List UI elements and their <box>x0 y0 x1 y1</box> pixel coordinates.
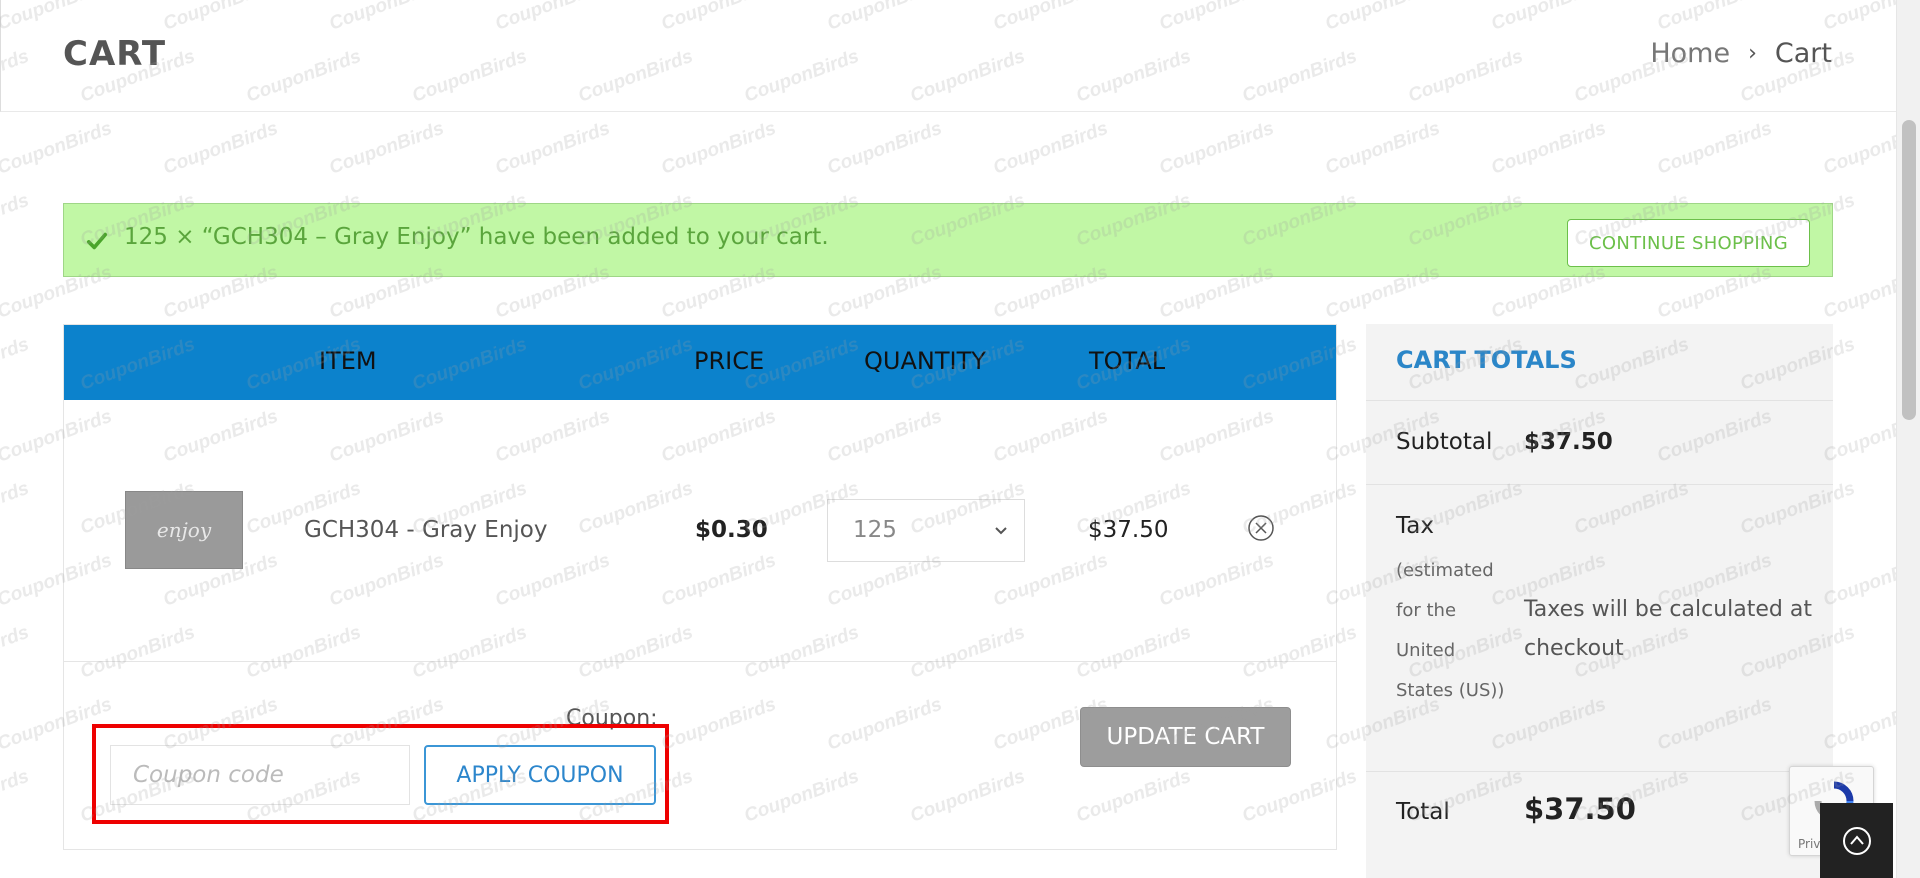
notice-message: 125 × “GCH304 – Gray Enjoy” have been ad… <box>124 224 829 250</box>
divider <box>1366 484 1833 485</box>
watermark-text: CouponBirds <box>1821 118 1896 179</box>
chevron-up-circle-icon <box>1842 826 1871 855</box>
product-price: $0.30 <box>695 517 768 543</box>
breadcrumb-current: Cart <box>1774 38 1832 69</box>
continue-shopping-button[interactable]: CONTINUE SHOPPING <box>1567 219 1810 267</box>
watermark-text: CouponBirds <box>1323 118 1443 179</box>
watermark-text: CouponBirds <box>0 190 32 251</box>
cart-totals-title: CART TOTALS <box>1396 346 1577 374</box>
quantity-value: 125 <box>853 517 897 543</box>
highlight-box <box>92 724 669 824</box>
watermark-text: CouponBirds <box>0 334 32 395</box>
tax-label: Tax <box>1396 513 1434 539</box>
watermark-text: CouponBirds <box>1157 118 1277 179</box>
back-to-top-button[interactable] <box>1820 803 1893 878</box>
scrollbar-thumb[interactable] <box>1902 120 1916 420</box>
cart-notice: 125 × “GCH304 – Gray Enjoy” have been ad… <box>63 203 1833 277</box>
tax-value: Taxes will be calculated at checkout <box>1524 597 1812 661</box>
column-header-item: ITEM <box>319 347 377 375</box>
watermark-text: CouponBirds <box>0 622 32 683</box>
tax-note: (estimated for the United States (US)) <box>1396 560 1505 701</box>
breadcrumb-separator: › <box>1748 41 1757 66</box>
update-cart-button[interactable]: UPDATE CART <box>1080 707 1291 767</box>
product-name-link[interactable]: GCH304 - Gray Enjoy <box>304 517 547 543</box>
total-label: Total <box>1396 799 1450 825</box>
watermark-text: CouponBirds <box>327 118 447 179</box>
divider <box>1366 771 1833 772</box>
column-header-quantity: QUANTITY <box>864 347 986 375</box>
cart-totals-panel: CART TOTALS Subtotal $37.50 Tax (estimat… <box>1366 324 1833 878</box>
page-scrollbar[interactable] <box>1896 0 1920 878</box>
watermark-text: CouponBirds <box>991 118 1111 179</box>
divider <box>1366 400 1833 401</box>
column-header-total: TOTAL <box>1089 347 1166 375</box>
quantity-select[interactable]: 125 <box>827 499 1025 562</box>
table-header: ITEM PRICE QUANTITY TOTAL <box>64 325 1336 400</box>
watermark-text: CouponBirds <box>825 118 945 179</box>
page-title: CART <box>63 34 167 74</box>
subtotal-label: Subtotal <box>1396 429 1493 455</box>
subtotal-value: $37.50 <box>1524 429 1613 455</box>
remove-circle-icon[interactable] <box>1247 514 1275 542</box>
recaptcha-privacy-text: Priv <box>1798 837 1821 851</box>
breadcrumb: Home › Cart <box>1650 38 1832 69</box>
thumbnail-text: enjoy <box>156 518 212 542</box>
watermark-text: CouponBirds <box>161 118 281 179</box>
check-icon <box>86 232 108 250</box>
page-header: CART Home › Cart <box>0 0 1896 112</box>
chevron-down-icon <box>995 527 1007 535</box>
watermark-text: CouponBirds <box>659 118 779 179</box>
watermark-text: CouponBirds <box>1655 118 1775 179</box>
watermark-text: CouponBirds <box>0 118 115 179</box>
product-thumbnail[interactable]: enjoy <box>125 491 243 569</box>
cart-table: ITEM PRICE QUANTITY TOTAL enjoy GCH304 -… <box>63 324 1337 850</box>
watermark-text: CouponBirds <box>0 478 32 539</box>
total-value: $37.50 <box>1524 792 1636 826</box>
watermark-text: CouponBirds <box>0 766 32 827</box>
watermark-text: CouponBirds <box>1489 118 1609 179</box>
table-row: enjoy GCH304 - Gray Enjoy $0.30 125 $37.… <box>64 400 1336 662</box>
watermark-text: CouponBirds <box>493 118 613 179</box>
product-total: $37.50 <box>1088 517 1169 543</box>
breadcrumb-home-link[interactable]: Home <box>1650 38 1730 69</box>
column-header-price: PRICE <box>694 347 765 375</box>
